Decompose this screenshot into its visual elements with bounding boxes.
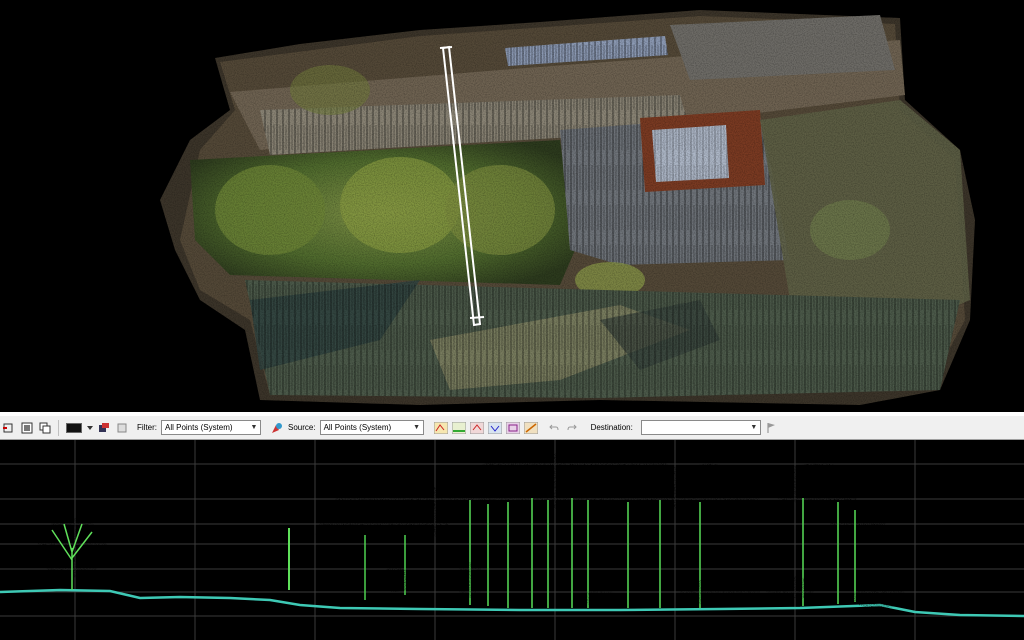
classify-above-icon[interactable]	[469, 420, 485, 436]
plan-view-point-cloud[interactable]	[0, 0, 1024, 412]
classify-fence-icon[interactable]	[505, 420, 521, 436]
point-cloud-render	[150, 0, 980, 412]
profile-render	[0, 440, 1024, 640]
classification-buttons	[432, 420, 540, 436]
profile-icon[interactable]	[96, 420, 112, 436]
profile-view-cross-section[interactable]	[0, 440, 1024, 640]
copy-view-icon[interactable]	[37, 420, 53, 436]
destination-select[interactable]: ▼	[640, 420, 761, 435]
chevron-down-icon: ▼	[750, 424, 758, 431]
zoom-extent-icon[interactable]	[19, 420, 35, 436]
destination-label: Destination:	[590, 423, 633, 432]
source-select[interactable]: All Points (System) ▼	[319, 420, 424, 435]
classify-below-icon[interactable]	[487, 420, 503, 436]
canopy-main	[445, 451, 886, 539]
canopy-west	[315, 473, 451, 600]
filter-select[interactable]: All Points (System) ▼	[161, 420, 261, 435]
lone-tree	[37, 518, 107, 590]
classify-ground-icon[interactable]	[451, 420, 467, 436]
classify-points-icon[interactable]	[269, 420, 285, 436]
classify-to-class-icon[interactable]	[433, 420, 449, 436]
dropdown-icon[interactable]	[86, 420, 94, 436]
toolbar-separator	[58, 419, 59, 436]
chevron-down-icon: ▼	[413, 424, 421, 431]
flag-icon[interactable]	[763, 420, 779, 436]
profile-toolbar: Filter: All Points (System) ▼ Source: Al…	[0, 416, 1024, 440]
chevron-down-icon: ▼	[250, 424, 258, 431]
source-label: Source:	[288, 423, 316, 432]
undo-icon[interactable]	[546, 420, 562, 436]
color-swatch-icon[interactable]	[64, 420, 84, 436]
cursor-icon[interactable]	[1, 420, 17, 436]
redo-icon[interactable]	[564, 420, 580, 436]
classify-line-icon[interactable]	[523, 420, 539, 436]
classify-icon[interactable]	[114, 420, 130, 436]
filter-label: Filter:	[137, 423, 157, 432]
